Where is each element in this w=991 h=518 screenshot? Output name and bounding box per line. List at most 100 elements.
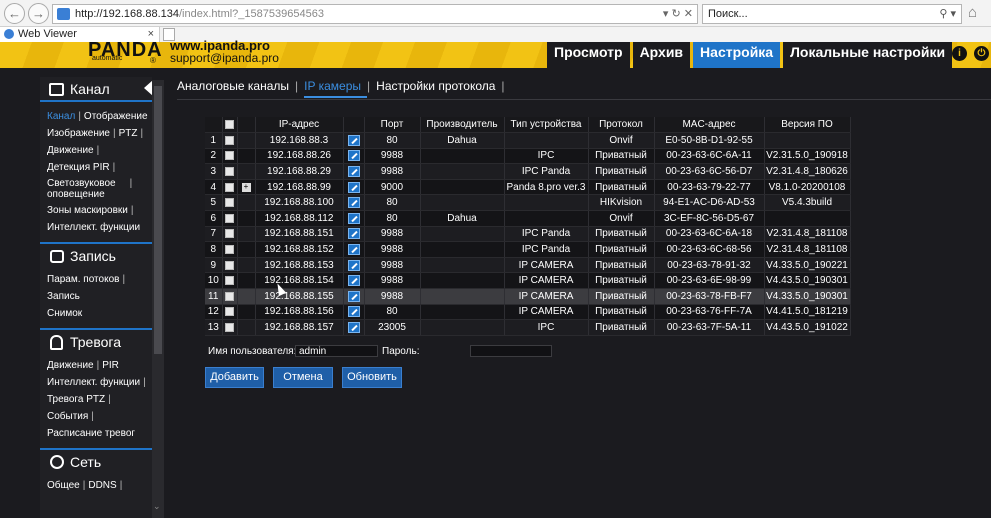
sidebar-scrollbar[interactable]: ⌄: [152, 80, 164, 518]
section-title: Тревога: [70, 334, 121, 350]
nav-local-settings[interactable]: Локальные настройки: [783, 42, 953, 68]
table-row[interactable]: 1 192.168.88.3 80 Dahua Onvif E0-50-8B-D1-92-…: [205, 132, 851, 149]
row-checkbox[interactable]: [222, 319, 238, 336]
table-row[interactable]: 2 192.168.88.26 9988 IPC Приватный 00-23-63-6…: [205, 148, 851, 165]
search-icon[interactable]: ⚲ ▾: [939, 5, 956, 23]
table-row[interactable]: 13 192.168.88.157 23005 IPC Приватный 00-23-6…: [205, 319, 851, 336]
edit-icon[interactable]: [343, 226, 365, 243]
tab-icon: [4, 29, 14, 39]
sidebar-item-ddns[interactable]: DDNS: [88, 477, 116, 494]
table-row[interactable]: 8 192.168.88.152 9988 IPC Panda Приватный 00-…: [205, 241, 851, 258]
edit-icon[interactable]: [343, 148, 365, 165]
cell-firmware: [764, 210, 851, 227]
sidebar-item-events[interactable]: События: [47, 408, 88, 425]
search-input[interactable]: Поиск... ⚲ ▾: [702, 4, 962, 24]
sidebar: Канал Канал | Отображение Изображение | PTZ |…: [40, 77, 152, 518]
row-checkbox[interactable]: [222, 148, 238, 165]
cell-port: 80: [364, 304, 421, 321]
edit-icon[interactable]: [343, 257, 365, 274]
edit-icon[interactable]: [343, 210, 365, 227]
info-icon[interactable]: i: [952, 46, 967, 61]
row-checkbox[interactable]: [222, 257, 238, 274]
tab-protocol-settings[interactable]: Настройки протокола: [376, 79, 501, 98]
sidebar-item-mask[interactable]: Зоны маскировки: [47, 202, 128, 219]
scrollbar-thumb[interactable]: [154, 86, 162, 354]
cancel-button[interactable]: Отмена: [273, 367, 333, 388]
cell-device-type: [504, 210, 589, 227]
home-icon[interactable]: ⌂: [968, 4, 977, 21]
edit-icon[interactable]: [343, 288, 365, 305]
edit-icon[interactable]: [343, 179, 365, 196]
chevron-down-icon[interactable]: ⌄: [153, 501, 161, 512]
row-checkbox[interactable]: [222, 288, 238, 305]
sidebar-item-schedule[interactable]: Расписание тревог: [47, 425, 135, 442]
username-field[interactable]: admin: [295, 345, 378, 357]
sidebar-item-snapshot[interactable]: Снимок: [47, 305, 82, 322]
refresh-button[interactable]: Обновить: [342, 367, 402, 388]
edit-icon[interactable]: [343, 194, 365, 212]
edit-icon[interactable]: [343, 304, 365, 321]
add-button[interactable]: Добавить: [205, 367, 264, 388]
sidebar-item-streams[interactable]: Парам. потоков: [47, 271, 119, 288]
expand-icon[interactable]: +: [237, 179, 256, 196]
sidebar-item-intel[interactable]: Интеллект. функции: [47, 219, 140, 236]
edit-icon[interactable]: [343, 241, 365, 258]
table-row[interactable]: 6 192.168.88.112 80 Dahua Onvif 3C-EF-8C-56-D…: [205, 210, 851, 227]
nav-view[interactable]: Просмотр: [547, 42, 630, 68]
table-row[interactable]: 7 192.168.88.151 9988 IPC Panda Приватный 00-…: [205, 226, 851, 243]
row-checkbox[interactable]: [222, 163, 238, 180]
table-row[interactable]: 3 192.168.88.29 9988 IPC Panda Приватный 00-2…: [205, 163, 851, 180]
row-checkbox[interactable]: [222, 210, 238, 227]
sidebar-item-sound-light[interactable]: Светозвуковое | оповещение: [47, 176, 152, 202]
address-bar[interactable]: http://192.168.88.134/index.html?_158753…: [52, 4, 698, 24]
sidebar-item-alarm-ptz[interactable]: Тревога PTZ: [47, 391, 105, 408]
sidebar-item-alarm-pir[interactable]: PIR: [102, 357, 119, 374]
edit-icon[interactable]: [343, 272, 365, 290]
sidebar-section-alarm[interactable]: Тревога: [40, 328, 152, 353]
cell-mac: 00-23-63-79-22-77: [654, 179, 765, 196]
sidebar-item-general[interactable]: Общее: [47, 477, 80, 494]
table-row[interactable]: 9 192.168.88.153 9988 IP CAMERA Приватный 00-…: [205, 257, 851, 274]
refresh-icon[interactable]: ▾ ↻ ✕: [663, 5, 693, 23]
row-checkbox[interactable]: [222, 179, 238, 196]
sidebar-item-display[interactable]: Отображение: [84, 108, 148, 125]
edit-icon[interactable]: [343, 163, 365, 180]
table-row[interactable]: 10 192.168.88.154 9988 IP CAMERA Приватный 00…: [205, 272, 851, 290]
back-icon[interactable]: ←: [4, 3, 25, 24]
cell-protocol: Приватный: [588, 148, 655, 165]
table-row[interactable]: 11 192.168.88.155 9988 IP CAMERA Приватный 00…: [205, 288, 851, 305]
cell-protocol: Приватный: [588, 226, 655, 243]
password-field[interactable]: [470, 345, 552, 357]
sidebar-item-alarm-motion[interactable]: Движение: [47, 357, 94, 374]
sidebar-item-pir[interactable]: Детекция PIR: [47, 159, 110, 176]
sidebar-item-image[interactable]: Изображение: [47, 125, 110, 142]
sidebar-item-alarm-intel[interactable]: Интеллект. функции: [47, 374, 140, 391]
search-placeholder: Поиск...: [708, 8, 748, 20]
row-checkbox[interactable]: [222, 194, 238, 212]
row-checkbox[interactable]: [222, 132, 238, 149]
nav-settings[interactable]: Настройка: [693, 42, 781, 68]
tab-analog-channels[interactable]: Аналоговые каналы: [177, 79, 295, 98]
forward-icon[interactable]: →: [28, 3, 49, 24]
sidebar-item-motion[interactable]: Движение: [47, 142, 94, 159]
edit-icon[interactable]: [343, 319, 365, 336]
table-row[interactable]: 4 +192.168.88.99 9000 Panda 8.pro ver.3 Прив…: [205, 179, 851, 196]
sidebar-item-recording[interactable]: Запись: [47, 288, 80, 305]
select-all-checkbox[interactable]: [222, 117, 238, 134]
sidebar-item-kanal[interactable]: Канал: [47, 108, 75, 125]
power-icon[interactable]: ⏻: [974, 46, 989, 61]
sidebar-item-ptz[interactable]: PTZ: [119, 125, 138, 142]
table-row[interactable]: 5 192.168.88.100 80 HIKvision 94-E1-AC-D6-AD…: [205, 194, 851, 212]
sidebar-section-channel[interactable]: Канал: [40, 77, 152, 102]
nav-archive[interactable]: Архив: [632, 42, 691, 68]
edit-icon[interactable]: [343, 132, 365, 149]
table-row[interactable]: 12 192.168.88.156 80 IP CAMERA Приватный 00-2…: [205, 304, 851, 321]
cell-port: 9988: [364, 163, 421, 180]
row-checkbox[interactable]: [222, 241, 238, 258]
sidebar-section-network[interactable]: Сеть: [40, 448, 152, 473]
sidebar-section-record[interactable]: Запись: [40, 242, 152, 267]
row-checkbox[interactable]: [222, 226, 238, 243]
row-checkbox[interactable]: [222, 304, 238, 321]
tab-ip-cameras[interactable]: IP камеры: [304, 79, 368, 98]
row-checkbox[interactable]: [222, 272, 238, 290]
